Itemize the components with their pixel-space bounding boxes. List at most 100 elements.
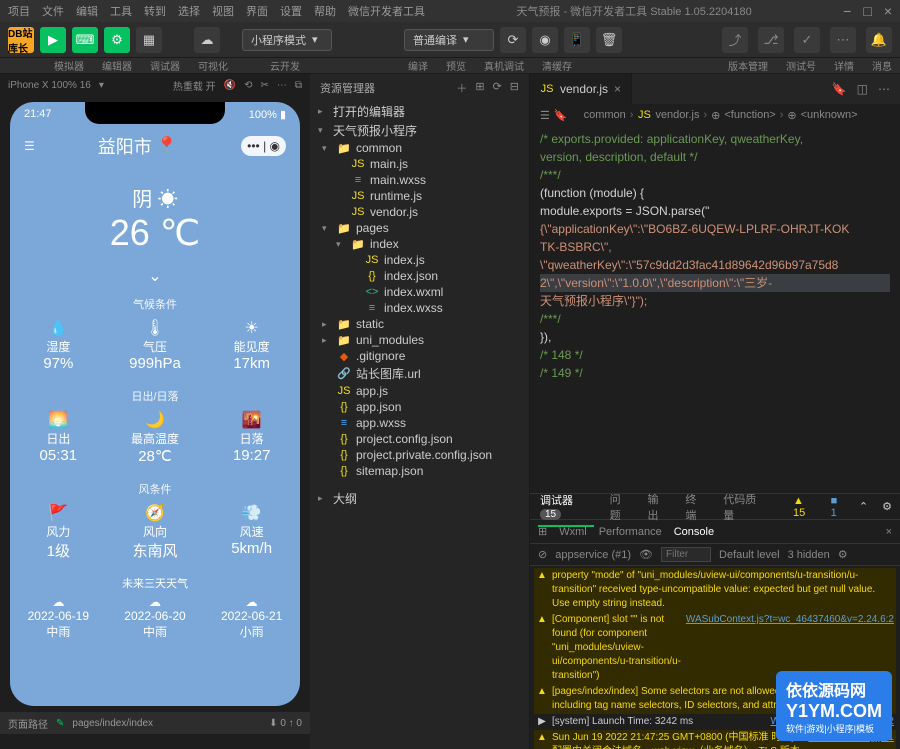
- cut-icon[interactable]: ✂: [260, 80, 268, 91]
- menu-编辑[interactable]: 编辑: [76, 3, 98, 19]
- tree-common[interactable]: ▾📁common: [310, 140, 529, 156]
- menu-转到[interactable]: 转到: [144, 3, 166, 19]
- mute-icon[interactable]: 🔇: [224, 80, 236, 91]
- city-title[interactable]: 益阳市 📍: [98, 133, 178, 159]
- bookmark-icon[interactable]: 🔖: [832, 82, 847, 96]
- gear-icon[interactable]: ⚙: [838, 548, 848, 561]
- page-path[interactable]: pages/index/index: [72, 718, 153, 729]
- info-count[interactable]: ■ 1: [831, 495, 845, 519]
- eye-icon[interactable]: 👁: [639, 548, 653, 561]
- expand-icon[interactable]: ⌃: [859, 500, 868, 513]
- tree-runtime.js[interactable]: JSruntime.js: [310, 188, 529, 204]
- title-bar: 项目文件编辑工具转到选择视图界面设置帮助微信开发者工具 天气预报 - 微信开发者…: [0, 0, 900, 22]
- tree-app.js[interactable]: JSapp.js: [310, 383, 529, 399]
- menu-界面[interactable]: 界面: [246, 3, 268, 19]
- tree-index.wxss[interactable]: ≡index.wxss: [310, 300, 529, 316]
- menu-视图[interactable]: 视图: [212, 3, 234, 19]
- tree-static[interactable]: ▸📁static: [310, 316, 529, 332]
- weather-main: 阴 ☀ 26 ℃: [10, 169, 300, 262]
- logo-badge[interactable]: DB站库长: [8, 27, 34, 53]
- visual-toggle[interactable]: ▦: [136, 27, 162, 53]
- devtools-close-icon[interactable]: ×: [886, 526, 892, 538]
- minimize-icon[interactable]: −: [843, 3, 851, 19]
- menu-文件[interactable]: 文件: [42, 3, 64, 19]
- breadcrumb[interactable]: ☰🔖 common› JSvendor.js› ⊕<function>› ⊕<u…: [530, 104, 900, 126]
- collapse-icon[interactable]: ⊟: [510, 80, 519, 96]
- phone-frame: 21:47 100% ▮ ☰ 益阳市 📍 ••• | ◉ 阴 ☀ 26 ℃ ⌄ …: [10, 102, 300, 706]
- more-icon[interactable]: ⋯: [277, 80, 287, 91]
- tab-vendor-js[interactable]: JSvendor.js×: [530, 74, 632, 104]
- clear-console-icon[interactable]: ⊘: [538, 548, 547, 561]
- split-icon[interactable]: ◫: [857, 82, 868, 96]
- new-folder-icon[interactable]: ⊞: [475, 80, 484, 96]
- tree-main.wxss[interactable]: ≡main.wxss: [310, 172, 529, 188]
- editor-toggle[interactable]: ⌨: [72, 27, 98, 53]
- close-icon[interactable]: ×: [884, 3, 892, 19]
- remote-debug-button[interactable]: 📱: [564, 27, 590, 53]
- tab-performance[interactable]: Performance: [599, 526, 662, 538]
- code-editor-panel: JSvendor.js× 🔖 ◫ ⋯ ☰🔖 common› JSvendor.j…: [530, 74, 900, 749]
- simulator-toggle[interactable]: ▶: [40, 27, 66, 53]
- new-file-icon[interactable]: ＋: [456, 80, 467, 96]
- tree-pages[interactable]: ▾📁pages: [310, 220, 529, 236]
- upload-button[interactable]: ⤴: [722, 27, 748, 53]
- menu-项目[interactable]: 项目: [8, 3, 30, 19]
- device-select[interactable]: iPhone X 100% 16: [8, 80, 91, 91]
- tree-index.wxml[interactable]: <>index.wxml: [310, 284, 529, 300]
- close-tab-icon[interactable]: ×: [614, 82, 621, 96]
- notification-button[interactable]: 🔔: [866, 27, 892, 53]
- tree-uni_modules[interactable]: ▸📁uni_modules: [310, 332, 529, 348]
- tree-vendor.js[interactable]: JSvendor.js: [310, 204, 529, 220]
- menu-选择[interactable]: 选择: [178, 3, 200, 19]
- main-toolbar: DB站库长 ▶ ⌨ ⚙ ▦ ☁ 小程序模式▾ 普通编译▾ ⟳ ◉ 📱 🗑 ⤴ ⎇…: [0, 22, 900, 58]
- capsule-button[interactable]: ••• | ◉: [241, 136, 286, 156]
- menu-工具[interactable]: 工具: [110, 3, 132, 19]
- section-open-editors[interactable]: ▸打开的编辑器: [310, 102, 529, 121]
- tree-index.json[interactable]: {}index.json: [310, 268, 529, 284]
- tab-console[interactable]: Console: [674, 526, 714, 538]
- hot-reload-toggle[interactable]: 热重载 开: [173, 78, 216, 93]
- context-select[interactable]: appservice (#1): [555, 549, 631, 561]
- hidden-count[interactable]: 3 hidden: [788, 549, 830, 561]
- detach-icon[interactable]: ⧉: [295, 80, 302, 91]
- more-actions-icon[interactable]: ⋯: [878, 82, 890, 96]
- compile-button[interactable]: ⟳: [500, 27, 526, 53]
- outline-section[interactable]: ▸大纲: [310, 489, 529, 508]
- tree-project.config.json[interactable]: {}project.config.json: [310, 431, 529, 447]
- compile-select[interactable]: 普通编译▾: [404, 29, 494, 51]
- warn-count[interactable]: ▲ 15: [793, 495, 817, 519]
- tree-站长图库.url[interactable]: 🔗站长图库.url: [310, 364, 529, 383]
- section-project[interactable]: ▾天气预报小程序: [310, 121, 529, 140]
- preview-button[interactable]: ◉: [532, 27, 558, 53]
- filter-input[interactable]: [661, 547, 711, 562]
- level-select[interactable]: Default level: [719, 549, 780, 561]
- tree-main.js[interactable]: JSmain.js: [310, 156, 529, 172]
- vcs-button[interactable]: ⎇: [758, 27, 784, 53]
- menu-微信开发者工具[interactable]: 微信开发者工具: [348, 3, 425, 19]
- maximize-icon[interactable]: □: [863, 3, 871, 19]
- detail-button[interactable]: ⋯: [830, 27, 856, 53]
- menu-设置[interactable]: 设置: [280, 3, 302, 19]
- tree-project.private.config.json[interactable]: {}project.private.config.json: [310, 447, 529, 463]
- tree-app.json[interactable]: {}app.json: [310, 399, 529, 415]
- refresh-icon[interactable]: ⟳: [493, 80, 502, 96]
- settings-icon[interactable]: ⚙: [882, 500, 892, 513]
- test-button[interactable]: ✓: [794, 27, 820, 53]
- mode-select[interactable]: 小程序模式▾: [242, 29, 332, 51]
- code-area[interactable]: /* exports.provided: applicationKey, qwe…: [530, 126, 900, 493]
- menu-icon[interactable]: ☰: [24, 139, 35, 153]
- rotate-icon[interactable]: ⟲: [244, 80, 252, 91]
- elements-icon[interactable]: ⊞: [538, 525, 547, 538]
- tab-wxml[interactable]: Wxml: [559, 526, 587, 538]
- tree-sitemap.json[interactable]: {}sitemap.json: [310, 463, 529, 479]
- tree-app.wxss[interactable]: ≡app.wxss: [310, 415, 529, 431]
- debugger-toggle[interactable]: ⚙: [104, 27, 130, 53]
- tree-index.js[interactable]: JSindex.js: [310, 252, 529, 268]
- tree-.gitignore[interactable]: ◆.gitignore: [310, 348, 529, 364]
- cloud-dev-button[interactable]: ☁: [194, 27, 220, 53]
- menu-帮助[interactable]: 帮助: [314, 3, 336, 19]
- log-line: ▲property "mode" of "uni_modules/uview-u…: [534, 568, 896, 612]
- expand-chevron-icon[interactable]: ⌄: [10, 262, 300, 290]
- tree-index[interactable]: ▾📁index: [310, 236, 529, 252]
- clear-cache-button[interactable]: 🗑: [596, 27, 622, 53]
